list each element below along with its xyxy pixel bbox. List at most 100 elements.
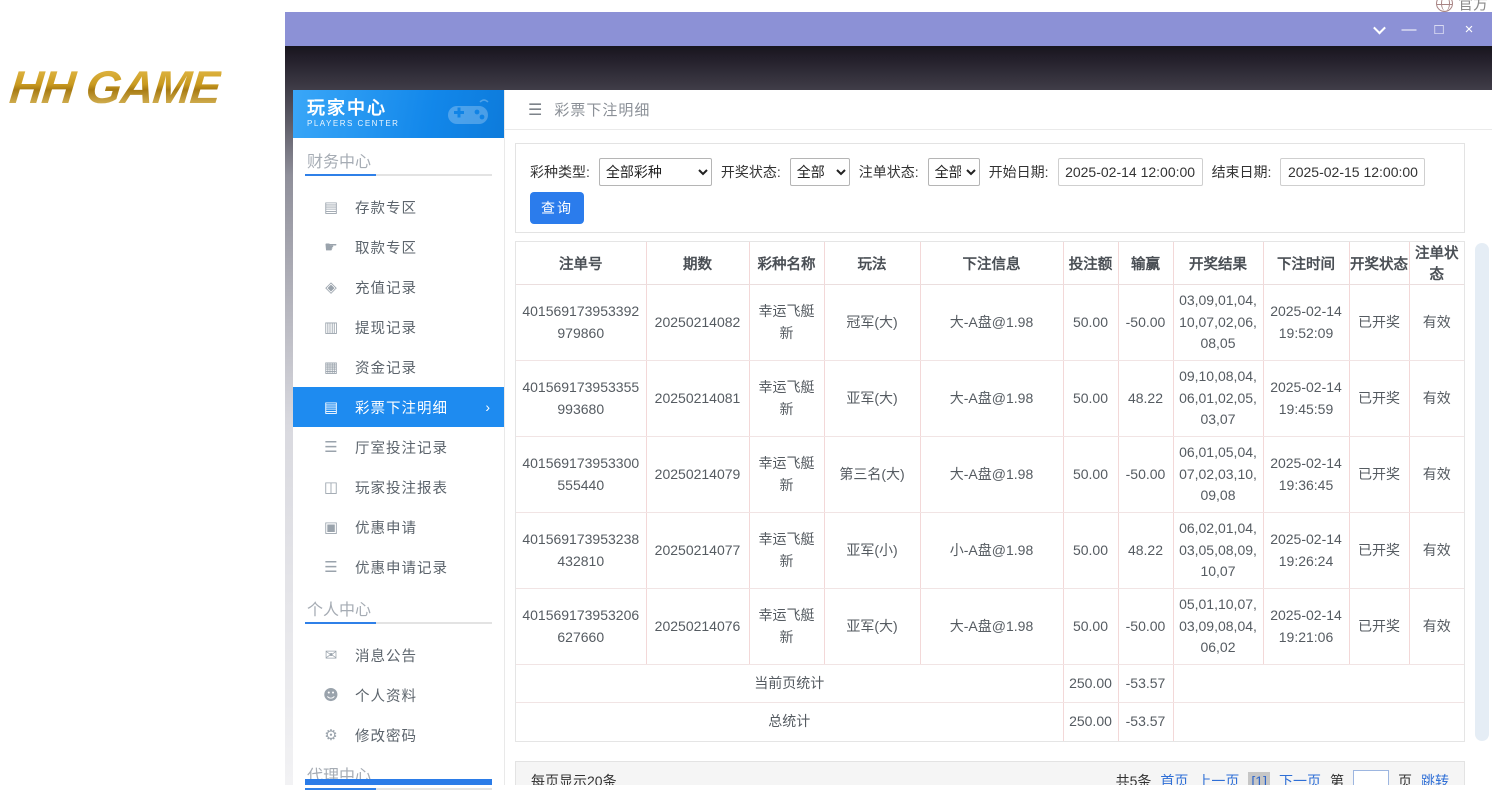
cell-bet-amount: 50.00	[1063, 361, 1118, 437]
summary-empty	[1173, 703, 1464, 741]
window-minimize-button[interactable]: —	[1394, 14, 1424, 44]
menu-toggle-icon[interactable]: ☰	[528, 100, 542, 119]
window-maximize-button[interactable]: □	[1424, 14, 1454, 44]
cell-issue: 20250214079	[646, 437, 749, 513]
window-close-button[interactable]: ×	[1454, 14, 1484, 44]
sidebar-item-change-password[interactable]: ⚙ 修改密码	[293, 715, 504, 755]
section-divider	[305, 622, 492, 624]
sidebar-item-profile[interactable]: ☻ 个人资料	[293, 675, 504, 715]
cell-order-status: 有效	[1409, 589, 1464, 665]
col-bet-info: 下注信息	[920, 242, 1063, 285]
first-page-link[interactable]: 首页	[1160, 771, 1188, 785]
col-lottery-name: 彩种名称	[749, 242, 824, 285]
sidebar-bottom-accent	[305, 779, 492, 785]
cell-order-id: 401569173953355993680	[516, 361, 646, 437]
window-dropdown-button[interactable]	[1364, 14, 1394, 44]
jump-link[interactable]: 跳转	[1421, 771, 1449, 785]
query-button[interactable]: 查询	[530, 192, 584, 224]
promo-apply-record-icon: ☰	[321, 558, 341, 576]
gamepad-icon	[446, 98, 490, 128]
cell-issue: 20250214081	[646, 361, 749, 437]
sidebar-item-hall-bet-record[interactable]: ☰ 厅室投注记录	[293, 427, 504, 467]
content-topbar: ☰ 彩票下注明细	[505, 90, 1492, 130]
cell-draw-status: 已开奖	[1349, 589, 1409, 665]
col-draw-status: 开奖状态	[1349, 242, 1409, 285]
cell-play-type: 冠军(大)	[824, 285, 920, 361]
page-jump-input[interactable]	[1353, 770, 1389, 785]
cell-bet-time: 2025-02-14 19:45:59	[1263, 361, 1349, 437]
cell-bet-amount: 50.00	[1063, 285, 1118, 361]
hall-bet-record-icon: ☰	[321, 438, 341, 456]
page-title: 彩票下注明细	[554, 99, 650, 120]
cell-draw-result: 06,01,05,04,07,02,03,10,09,08	[1173, 437, 1263, 513]
next-page-link[interactable]: 下一页	[1279, 771, 1321, 785]
section-label-personal: 个人中心	[307, 596, 371, 620]
summary-winloss: -53.57	[1118, 665, 1173, 703]
sidebar-header: 玩家中心 PLAYERS CENTER	[293, 90, 504, 138]
cell-order-id: 401569173953206627660	[516, 589, 646, 665]
bets-table: 注单号 期数 彩种名称 玩法 下注信息 投注额 输赢 开奖结果 下注时间 开奖状…	[515, 241, 1465, 742]
cell-bet-amount: 50.00	[1063, 513, 1118, 589]
cell-lottery-name: 幸运飞艇新	[749, 285, 824, 361]
end-date-input[interactable]	[1280, 158, 1425, 186]
sidebar-item-funds-record[interactable]: ▦ 资金记录	[293, 347, 504, 387]
sidebar-item-withdrawal-record[interactable]: ▥ 提现记录	[293, 307, 504, 347]
sidebar-item-promo-apply-record[interactable]: ☰ 优惠申请记录	[293, 547, 504, 587]
sidebar-item-deposit-zone[interactable]: ▤ 存款专区	[293, 187, 504, 227]
jump-prefix-label: 第	[1330, 771, 1344, 785]
draw-status-select[interactable]: 全部	[790, 158, 850, 186]
sidebar: 玩家中心 PLAYERS CENTER 财务中心 ▤ 存款专区 ☛ 取款专区	[293, 90, 505, 785]
cell-bet-time: 2025-02-14 19:36:45	[1263, 437, 1349, 513]
cell-draw-result: 03,09,01,04,10,07,02,06,08,05	[1173, 285, 1263, 361]
cell-bet-info: 小-A盘@1.98	[920, 513, 1063, 589]
recharge-record-icon: ◈	[321, 278, 341, 296]
cell-play-type: 亚军(小)	[824, 513, 920, 589]
cell-bet-info: 大-A盘@1.98	[920, 285, 1063, 361]
order-status-select[interactable]: 全部	[928, 158, 980, 186]
message-notice-icon: ✉	[321, 646, 341, 664]
app-window: — □ × 玩家中心 PLAYERS CENTER 财务中心 ▤ 存款专区	[285, 12, 1492, 785]
col-order-status: 注单状态	[1409, 242, 1464, 285]
sidebar-item-recharge-record[interactable]: ◈ 充值记录	[293, 267, 504, 307]
table-row: 401569173953300555440 20250214079 幸运飞艇新 …	[516, 437, 1464, 513]
sidebar-item-lottery-bet-detail[interactable]: ▤ 彩票下注明细 ›	[293, 387, 504, 427]
vertical-scrollbar[interactable]	[1475, 243, 1489, 741]
col-bet-time: 下注时间	[1263, 242, 1349, 285]
window-body: 玩家中心 PLAYERS CENTER 财务中心 ▤ 存款专区 ☛ 取款专区	[285, 46, 1492, 785]
sidebar-item-message-notice[interactable]: ✉ 消息公告	[293, 635, 504, 675]
sidebar-item-player-bet-report[interactable]: ◫ 玩家投注报表	[293, 467, 504, 507]
chevron-right-icon: ›	[485, 399, 490, 415]
summary-label: 总统计	[516, 703, 1063, 741]
cell-draw-status: 已开奖	[1349, 437, 1409, 513]
cell-order-status: 有效	[1409, 285, 1464, 361]
lottery-type-select[interactable]: 全部彩种	[599, 158, 712, 186]
col-winloss: 输赢	[1118, 242, 1173, 285]
cell-play-type: 第三名(大)	[824, 437, 920, 513]
cell-lottery-name: 幸运飞艇新	[749, 589, 824, 665]
withdraw-zone-icon: ☛	[321, 238, 341, 256]
cell-order-status: 有效	[1409, 513, 1464, 589]
cell-issue: 20250214076	[646, 589, 749, 665]
page-size-label: 每页显示20条	[531, 771, 617, 785]
current-page-indicator[interactable]: [1]	[1248, 772, 1270, 785]
cell-issue: 20250214077	[646, 513, 749, 589]
summary-row-total: 总统计 250.00 -53.57	[516, 703, 1464, 741]
prev-page-link[interactable]: 上一页	[1197, 771, 1239, 785]
sidebar-item-promo-apply[interactable]: ▣ 优惠申请	[293, 507, 504, 547]
promo-apply-icon: ▣	[321, 518, 341, 536]
draw-status-label: 开奖状态:	[721, 162, 781, 182]
start-date-input[interactable]	[1058, 158, 1203, 186]
cell-draw-status: 已开奖	[1349, 285, 1409, 361]
cell-draw-status: 已开奖	[1349, 361, 1409, 437]
main-content: ☰ 彩票下注明细 彩种类型: 全部彩种 开奖状态: 全部 注单状态: 全部	[505, 90, 1492, 785]
cell-order-status: 有效	[1409, 437, 1464, 513]
cell-play-type: 亚军(大)	[824, 589, 920, 665]
filter-panel: 彩种类型: 全部彩种 开奖状态: 全部 注单状态: 全部 开始日期: 结束日期:	[515, 143, 1465, 233]
brand-logo: HH GAME	[7, 60, 223, 114]
summary-bet-amount: 250.00	[1063, 703, 1118, 741]
sidebar-item-withdraw-zone[interactable]: ☛ 取款专区	[293, 227, 504, 267]
profile-icon: ☻	[321, 686, 341, 704]
cell-play-type: 亚军(大)	[824, 361, 920, 437]
cell-winloss: -50.00	[1118, 589, 1173, 665]
cell-winloss: 48.22	[1118, 361, 1173, 437]
